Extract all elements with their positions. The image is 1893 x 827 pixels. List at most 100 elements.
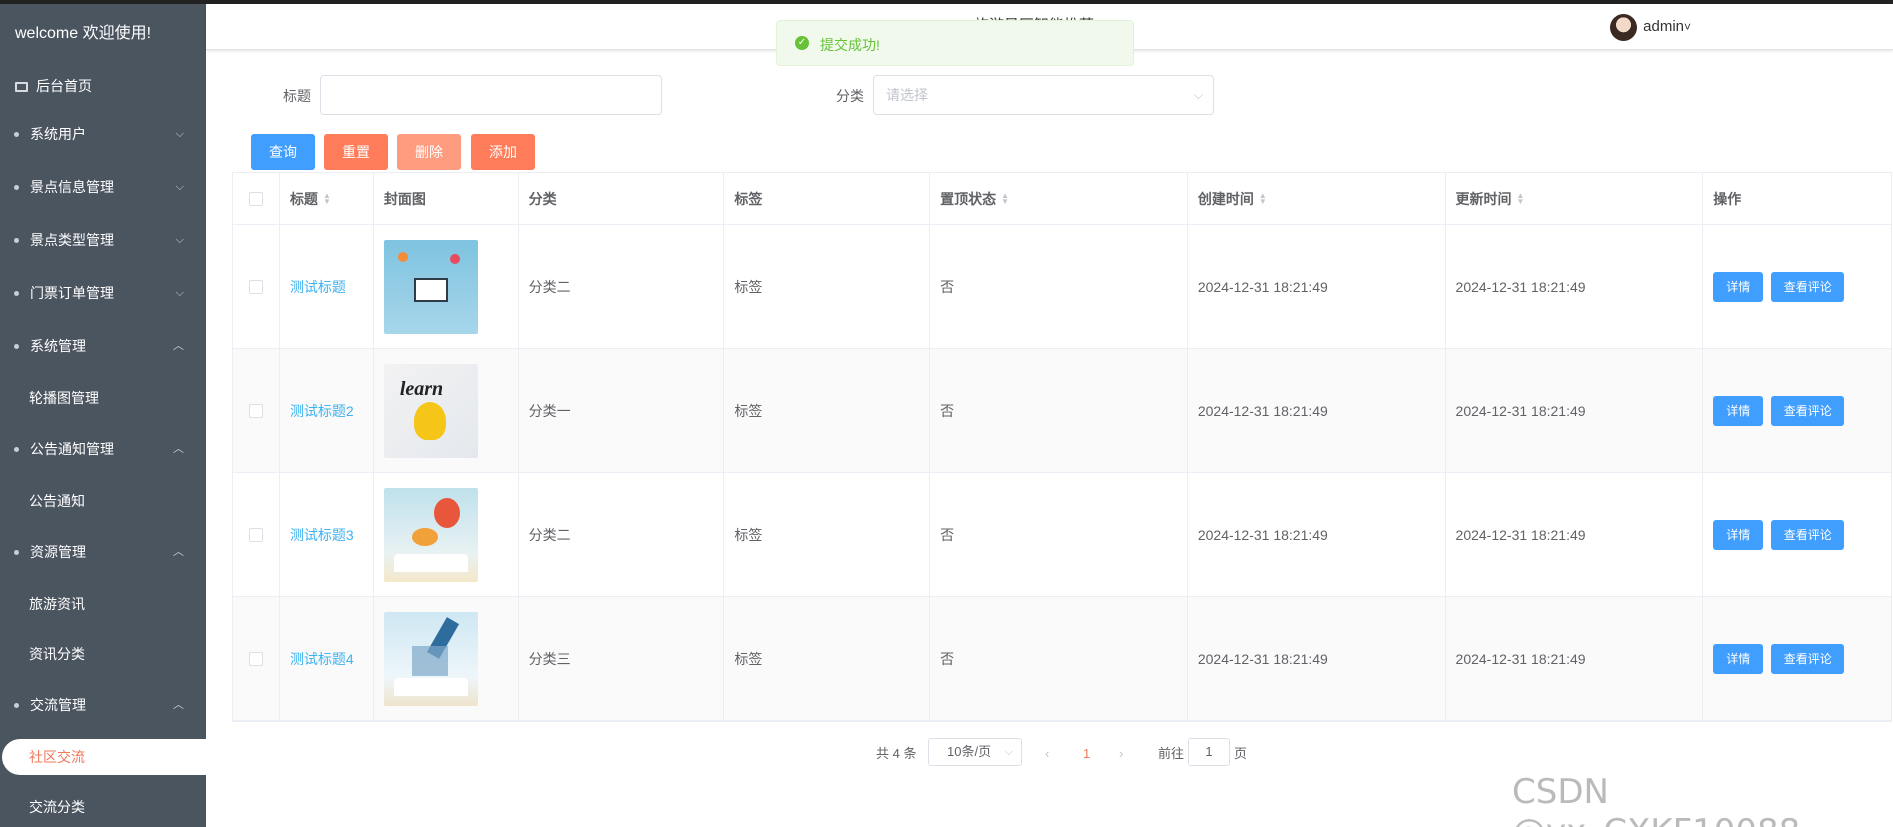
sort-icon[interactable]: ▲ ▼ <box>1001 191 1009 205</box>
chevron-up-icon: ︿ <box>173 443 184 455</box>
delete-button[interactable]: 删除 <box>397 134 461 170</box>
sidebar-item-label: 门票订单管理 <box>30 285 114 301</box>
header-tag-label: 标签 <box>734 190 763 207</box>
select-all-cell <box>233 173 280 224</box>
table-row: 测试标题2 learn 分类一 标签 否 2024-12-31 18:21:49… <box>233 349 1891 473</box>
bullet-icon <box>14 132 19 137</box>
detail-button[interactable]: 详情 <box>1713 519 1764 550</box>
sort-icon[interactable]: ▲ ▼ <box>1259 191 1267 205</box>
tag-cell: 标签 <box>724 597 931 720</box>
cover-image: learn <box>383 363 478 458</box>
sidebar-item-home[interactable]: 后台首页 <box>0 64 206 108</box>
title-cell: 测试标题2 <box>280 349 374 472</box>
top-status-cell: 否 <box>930 225 1188 348</box>
cover-image <box>383 239 478 334</box>
chevron-up-icon: ︿ <box>173 546 184 558</box>
view-comments-button[interactable]: 查看评论 <box>1771 395 1845 426</box>
row-checkbox[interactable] <box>248 403 263 418</box>
row-checkbox[interactable] <box>248 651 263 666</box>
title-link[interactable]: 测试标题4 <box>290 649 354 669</box>
select-cell <box>233 597 280 720</box>
bullet-icon <box>14 447 19 452</box>
caret-down-icon: ˅ <box>1684 20 1692 34</box>
row-checkbox[interactable] <box>248 279 263 294</box>
sidebar-home-label: 后台首页 <box>36 78 92 94</box>
view-comments-button[interactable]: 查看评论 <box>1771 271 1845 302</box>
sidebar-subitem[interactable]: 资讯分类 <box>0 629 206 679</box>
goto-suffix: 页 <box>1234 746 1248 761</box>
sidebar-item-2[interactable]: 景点类型管理 ⌵ <box>0 214 206 267</box>
sidebar-item-3[interactable]: 门票订单管理 ⌵ <box>0 267 206 320</box>
sidebar-subitem[interactable]: 社区交流 <box>2 739 206 775</box>
sidebar-item-6[interactable]: 资源管理 ︿ <box>0 526 206 579</box>
sidebar-item-0[interactable]: 系统用户 ⌵ <box>0 108 206 161</box>
current-page[interactable]: 1 <box>1083 740 1090 768</box>
user-menu[interactable]: admin˅ <box>1610 13 1691 41</box>
tag-cell: 标签 <box>724 225 931 348</box>
created-cell: 2024-12-31 18:21:49 <box>1188 225 1446 348</box>
add-button[interactable]: 添加 <box>471 134 535 170</box>
header-top-status[interactable]: 置顶状态 ▲ ▼ <box>930 173 1188 224</box>
sort-icon[interactable]: ▲ ▼ <box>1517 191 1525 205</box>
detail-button[interactable]: 详情 <box>1713 395 1764 426</box>
chevron-down-icon: ⌵ <box>175 287 184 299</box>
sidebar-item-label: 系统管理 <box>30 338 86 354</box>
cover-cell <box>374 597 519 720</box>
sidebar-menu: 系统用户 ⌵ 景点信息管理 ⌵ 景点类型管理 ⌵ 门票订单管理 ⌵ 系统管理 ︿… <box>0 108 206 827</box>
sidebar-item-7[interactable]: 交流管理 ︿ <box>0 679 206 732</box>
header-title[interactable]: 标题 ▲ ▼ <box>280 173 374 224</box>
reset-button[interactable]: 重置 <box>324 134 388 170</box>
select-all-checkbox[interactable] <box>248 191 263 206</box>
chevron-down-icon: ⌵ <box>1004 746 1013 758</box>
created-cell: 2024-12-31 18:21:49 <box>1188 597 1446 720</box>
total-count: 共 4 条 <box>876 746 917 761</box>
goto-page-input[interactable]: 1 <box>1188 738 1230 766</box>
header-actions-label: 操作 <box>1713 190 1742 207</box>
sidebar-subitem[interactable]: 轮播图管理 <box>0 373 206 423</box>
next-page-icon[interactable]: › <box>1119 740 1123 768</box>
select-cell <box>233 473 280 596</box>
view-comments-button[interactable]: 查看评论 <box>1771 519 1845 550</box>
category-select[interactable]: 请选择 ⌵ <box>873 75 1214 115</box>
sidebar-subitem[interactable]: 交流分类 <box>0 782 206 827</box>
chevron-up-icon: ︿ <box>173 340 184 352</box>
header-category: 分类 <box>519 173 725 224</box>
sidebar-item-1[interactable]: 景点信息管理 ⌵ <box>0 161 206 214</box>
header-created[interactable]: 创建时间 ▲ ▼ <box>1188 173 1446 224</box>
updated-cell: 2024-12-31 18:21:49 <box>1446 597 1704 720</box>
sort-icon[interactable]: ▲ ▼ <box>323 191 331 205</box>
bullet-icon <box>14 550 19 555</box>
select-cell <box>233 349 280 472</box>
page-size-select[interactable]: 10条/页 ⌵ <box>928 738 1022 766</box>
created-cell: 2024-12-31 18:21:49 <box>1188 349 1446 472</box>
created-cell: 2024-12-31 18:21:49 <box>1188 473 1446 596</box>
title-link[interactable]: 测试标题 <box>290 277 346 297</box>
detail-button[interactable]: 详情 <box>1713 643 1764 674</box>
cover-cell: learn <box>374 349 519 472</box>
actions-cell: 详情 查看评论 <box>1703 473 1891 596</box>
category-cell: 分类二 <box>519 473 725 596</box>
category-cell: 分类一 <box>519 349 725 472</box>
title-cell: 测试标题3 <box>280 473 374 596</box>
title-link[interactable]: 测试标题3 <box>290 525 354 545</box>
header-actions: 操作 <box>1703 173 1891 224</box>
prev-page-icon[interactable]: ‹ <box>1045 740 1049 768</box>
title-input[interactable] <box>320 75 662 115</box>
detail-button[interactable]: 详情 <box>1713 271 1764 302</box>
tag-cell: 标签 <box>724 349 931 472</box>
sidebar-item-label: 资源管理 <box>30 544 86 560</box>
query-button[interactable]: 查询 <box>251 134 315 170</box>
sidebar-item-4[interactable]: 系统管理 ︿ <box>0 320 206 373</box>
view-comments-button[interactable]: 查看评论 <box>1771 643 1845 674</box>
select-cell <box>233 225 280 348</box>
sidebar-subitem[interactable]: 旅游资讯 <box>0 579 206 629</box>
sidebar-item-5[interactable]: 公告通知管理 ︿ <box>0 423 206 476</box>
goto-prefix: 前往 <box>1158 746 1185 761</box>
actions-cell: 详情 查看评论 <box>1703 597 1891 720</box>
sidebar-subitem[interactable]: 公告通知 <box>0 476 206 526</box>
row-checkbox[interactable] <box>248 527 263 542</box>
title-link[interactable]: 测试标题2 <box>290 401 354 421</box>
header-updated[interactable]: 更新时间 ▲ ▼ <box>1446 173 1704 224</box>
header-category-label: 分类 <box>528 190 557 207</box>
header-cover-label: 封面图 <box>383 190 426 207</box>
